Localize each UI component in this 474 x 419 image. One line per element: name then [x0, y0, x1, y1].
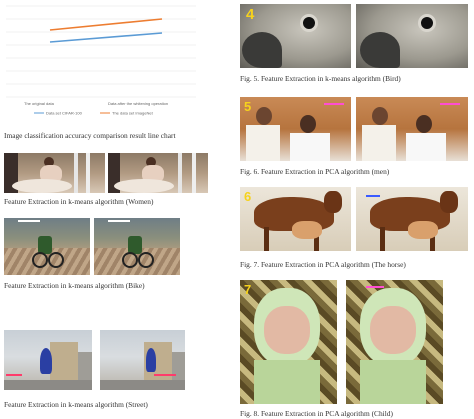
panel-number-horse: 6 [244, 189, 252, 204]
child-caption: Fig. 8. Feature Extraction in PCA algori… [240, 409, 393, 418]
street-image-features [100, 330, 185, 390]
horse-image-original: 6 [240, 187, 351, 251]
panel-number-child: 7 [244, 282, 252, 297]
chart-caption: Image classification accuracy comparison… [4, 131, 176, 140]
women-caption: Feature Extraction in k-means algorithm … [4, 197, 154, 206]
men-caption: Fig. 6. Feature Extraction in PCA algori… [240, 167, 390, 176]
x-tick-original: The original data [24, 101, 55, 106]
accuracy-line-chart: The original data Data after the whiteni… [4, 0, 198, 126]
men-image-original: 5 [240, 97, 351, 161]
bird-image-features [356, 4, 468, 68]
panel-number-bird: 4 [246, 6, 255, 23]
bird-caption: Fig. 5. Feature Extraction in k-means al… [240, 74, 401, 83]
legend-cifar: Data set CIFAR-100 [46, 111, 83, 116]
bird-image-original: 4 [240, 4, 351, 68]
series-cifar-line [49, 32, 163, 43]
x-tick-whitening: Data after the whitening operation [108, 101, 168, 106]
bike-image-original [4, 218, 90, 275]
legend-imagenet: The data set ImageNet [112, 111, 154, 116]
series-imagenet-line [49, 18, 163, 31]
child-image-features [346, 280, 443, 404]
men-image-features [356, 97, 468, 161]
horse-caption: Fig. 7. Feature Extraction in PCA algori… [240, 260, 406, 269]
panel-number-men: 5 [244, 99, 252, 114]
bike-image-features [94, 218, 180, 275]
child-image-original: 7 [240, 280, 337, 404]
street-caption: Feature Extraction in k-means algorithm … [4, 400, 148, 409]
women-image-original [4, 153, 105, 193]
bike-caption: Feature Extraction in k-means algorithm … [4, 281, 145, 290]
street-image-original [4, 330, 92, 390]
horse-image-features [356, 187, 468, 251]
chart-svg: The original data Data after the whiteni… [6, 5, 196, 116]
women-image-features [108, 153, 208, 193]
